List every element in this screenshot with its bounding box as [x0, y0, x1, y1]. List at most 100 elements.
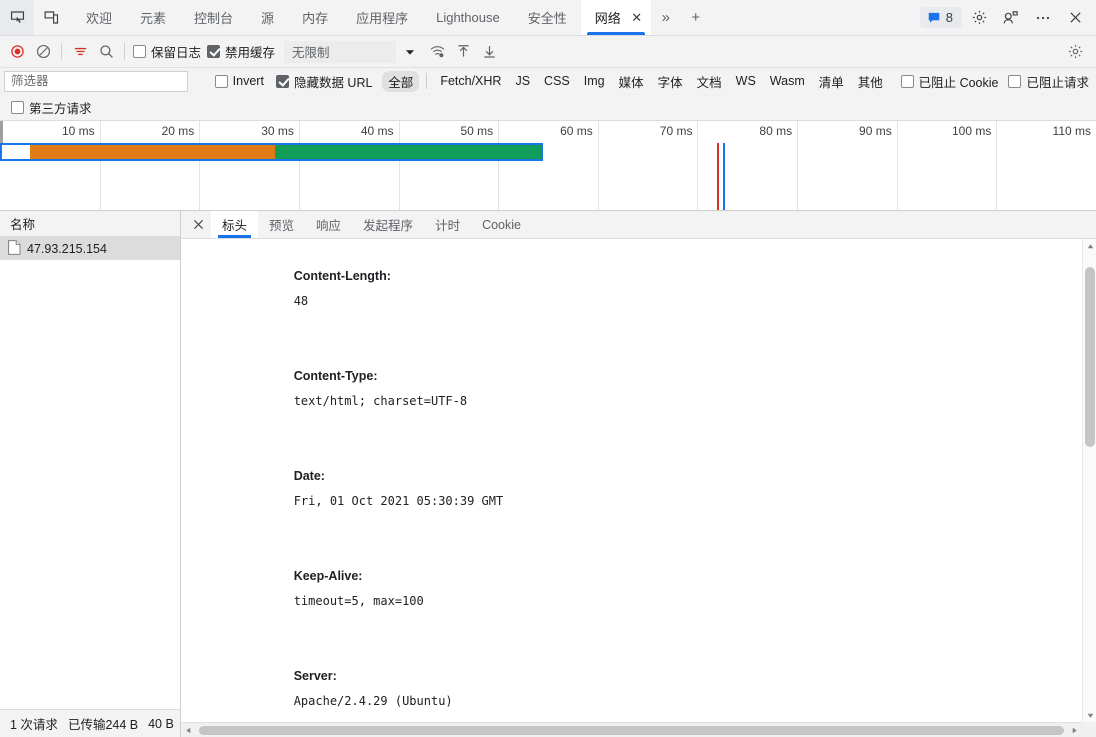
tab-welcome[interactable]: 欢迎 [72, 0, 126, 35]
throttling-value: 无限制 [292, 46, 330, 60]
hide-data-urls-checkbox[interactable]: 隐藏数据 URL [273, 72, 375, 91]
scroll-right-icon[interactable] [1067, 723, 1082, 737]
header-row[interactable]: Content-Length: 48 [205, 239, 1074, 339]
dom-content-loaded-line [723, 143, 726, 210]
header-value: timeout=5, max=100 [293, 594, 424, 608]
detail-tabs: 标头 预览 响应 发起程序 计时 Cookie [181, 211, 1096, 239]
preserve-log-label: 保留日志 [151, 46, 202, 60]
filter-type-wasm[interactable]: Wasm [764, 73, 811, 89]
filter-type-label: Img [583, 74, 605, 88]
tab-timing[interactable]: 计时 [424, 211, 471, 238]
document-icon [8, 239, 21, 258]
tab-security[interactable]: 安全性 [514, 0, 581, 35]
filter-type-label: 全部 [388, 75, 414, 90]
more-tabs-icon[interactable]: » [651, 0, 681, 35]
tab-label: 应用程序 [356, 11, 409, 26]
inspect-element-icon[interactable] [0, 0, 34, 35]
network-status-bar: 1 次请求 已传输244 B 40 B [0, 709, 180, 737]
throttling-select[interactable]: 无限制 [284, 40, 397, 63]
network-settings-gear-icon[interactable] [1062, 39, 1088, 65]
filter-type-manifest[interactable]: 清单 [813, 71, 850, 92]
timeline-gridline [697, 121, 699, 210]
tab-network[interactable]: 网络 ✕ [580, 0, 651, 35]
filter-type-label: Fetch/XHR [440, 74, 502, 88]
tab-console[interactable]: 控制台 [180, 0, 247, 35]
third-party-requests-checkbox[interactable]: 第三方请求 [8, 98, 95, 117]
filter-type-media[interactable]: 媒体 [613, 71, 650, 92]
filter-type-other[interactable]: 其他 [852, 71, 889, 92]
blocked-cookies-checkbox[interactable]: 已阻止 Cookie [898, 72, 1002, 91]
header-row[interactable]: Keep-Alive: timeout=5, max=100 [205, 539, 1074, 639]
blocked-requests-checkbox[interactable]: 已阻止请求 [1005, 72, 1092, 91]
search-icon[interactable] [93, 39, 119, 65]
tab-sources[interactable]: 源 [247, 0, 288, 35]
filter-type-font[interactable]: 字体 [652, 71, 689, 92]
export-har-icon[interactable] [476, 39, 502, 65]
settings-gear-icon[interactable] [964, 4, 994, 32]
preserve-log-checkbox[interactable]: 保留日志 [130, 42, 204, 61]
network-conditions-icon[interactable] [424, 39, 450, 65]
tab-cookies[interactable]: Cookie [471, 211, 532, 238]
device-toolbar-icon[interactable] [34, 0, 68, 35]
timeline-tick-label: 80 ms [759, 124, 793, 138]
add-tab-icon[interactable]: + [681, 0, 711, 35]
filter-type-doc[interactable]: 文档 [691, 71, 728, 92]
tab-application[interactable]: 应用程序 [342, 0, 422, 35]
request-list-column-header[interactable]: 名称 [0, 211, 180, 237]
filter-icon[interactable] [67, 39, 93, 65]
tab-response[interactable]: 响应 [305, 211, 352, 238]
tab-label: 元素 [140, 11, 167, 26]
header-key: Keep-Alive: [293, 569, 363, 583]
horizontal-scrollbar[interactable] [181, 722, 1082, 737]
header-row[interactable]: Date: Fri, 01 Oct 2021 05:30:39 GMT [205, 439, 1074, 539]
tab-elements[interactable]: 元素 [126, 0, 180, 35]
filter-type-all[interactable]: 全部 [382, 70, 420, 92]
filter-type-ws[interactable]: WS [730, 73, 762, 89]
issues-badge[interactable]: 8 [919, 7, 962, 28]
header-row[interactable]: Content-Type: text/html; charset=UTF-8 [205, 339, 1074, 439]
hide-data-urls-label: 隐藏数据 URL [293, 75, 373, 90]
tab-label: 内存 [302, 11, 329, 26]
tab-initiator[interactable]: 发起程序 [352, 211, 424, 238]
filter-type-img[interactable]: Img [578, 73, 611, 89]
chevron-down-icon[interactable] [396, 40, 424, 64]
more-options-icon[interactable] [1028, 4, 1058, 32]
scroll-up-icon[interactable] [1083, 239, 1096, 253]
timeline-tick-label: 110 ms [1052, 124, 1091, 138]
vertical-scrollbar[interactable] [1082, 239, 1096, 722]
filter-type-label: Wasm [769, 74, 805, 88]
toolbar-divider [124, 43, 125, 60]
disable-cache-checkbox[interactable]: 禁用缓存 [204, 42, 278, 61]
timeline-tick-label: 100 ms [952, 124, 992, 138]
list-item[interactable]: 47.93.215.154 [0, 237, 180, 260]
filter-input[interactable] [4, 70, 189, 92]
customize-devtools-icon[interactable] [996, 4, 1026, 32]
detail-tab-label: 计时 [435, 219, 461, 233]
close-icon[interactable]: ✕ [629, 10, 645, 26]
scroll-left-icon[interactable] [181, 723, 196, 737]
tab-memory[interactable]: 内存 [288, 0, 342, 35]
tab-headers[interactable]: 标头 [211, 211, 259, 238]
filter-type-css[interactable]: CSS [538, 73, 576, 89]
tab-lighthouse[interactable]: Lighthouse [422, 0, 514, 35]
import-har-icon[interactable] [450, 39, 476, 65]
scroll-down-icon[interactable] [1083, 708, 1096, 722]
network-overview-timeline[interactable]: 10 ms 20 ms 30 ms 40 ms 50 ms 60 ms 70 ms 80 ms… [0, 121, 1096, 211]
checkbox-box [1008, 74, 1022, 88]
blocked-requests-label: 已阻止请求 [1026, 75, 1089, 90]
scrollbar-thumb-horizontal[interactable] [199, 726, 1064, 735]
close-devtools-icon[interactable] [1060, 4, 1090, 32]
filter-type-fetch-xhr[interactable]: Fetch/XHR [434, 73, 507, 89]
invert-checkbox[interactable]: Invert [212, 74, 267, 88]
add-tab-label: + [691, 9, 701, 26]
timeline-gridline [199, 121, 201, 210]
filter-type-js[interactable]: JS [509, 73, 536, 89]
close-detail-icon[interactable] [185, 211, 211, 238]
clear-button[interactable] [30, 39, 56, 65]
record-button[interactable] [4, 39, 30, 65]
detail-tab-label: 发起程序 [363, 219, 414, 233]
status-requests: 1 次请求 [10, 718, 58, 732]
scrollbar-thumb[interactable] [1085, 267, 1095, 447]
tab-preview[interactable]: 预览 [258, 211, 305, 238]
column-header-name: 名称 [10, 218, 36, 232]
